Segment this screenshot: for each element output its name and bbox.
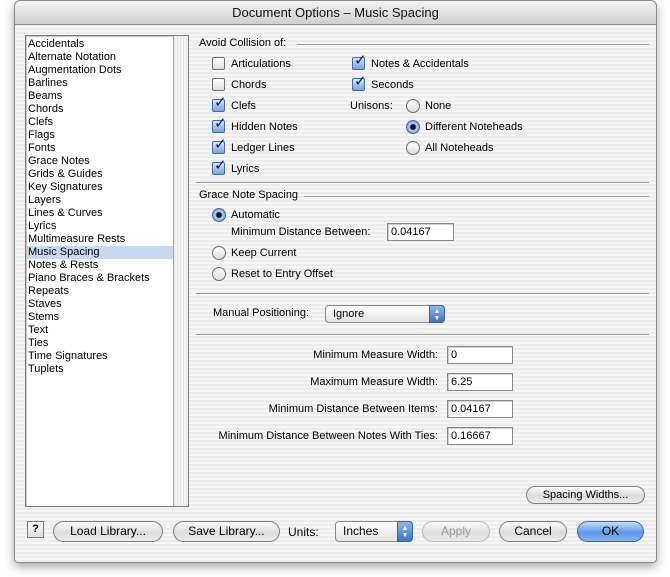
spacing-widths-button[interactable]: Spacing Widths... [526,486,645,504]
sidebar-item[interactable]: Repeats [27,285,173,298]
check-icon: ✓ [214,94,227,111]
max-measure-width-field[interactable]: 6.25 [447,373,513,391]
avoid-collision-label: Avoid Collision of: [199,37,287,49]
sidebar-item[interactable]: Time Signatures [27,350,173,363]
sidebar-item[interactable]: Ties [27,337,173,350]
grace-reset-entry-radio[interactable] [212,267,226,281]
unisons-different-noteheads-radio[interactable] [406,120,420,134]
ledger-lines-label: Ledger Lines [231,142,295,154]
section-divider [196,293,649,295]
sidebar-item[interactable]: Fonts [27,142,173,155]
grace-automatic-radio[interactable] [212,208,226,222]
popup-arrows-icon: ▲ ▼ [397,521,413,542]
sidebar-item[interactable]: Layers [27,194,173,207]
chords-checkbox[interactable] [212,78,225,91]
sidebar-item[interactable]: Flags [27,129,173,142]
section-divider [196,182,649,184]
chords-label: Chords [231,79,267,91]
save-library-button[interactable]: Save Library... [173,521,280,542]
sidebar-item[interactable]: Clefs [27,116,173,129]
sidebar-item[interactable]: Multimeasure Rests [27,233,173,246]
unisons-label: Unisons: [350,100,393,112]
grace-note-spacing-label: Grace Note Spacing [199,189,299,201]
sidebar-item[interactable]: Staves [27,298,173,311]
window-title: Document Options – Music Spacing [15,1,656,25]
sidebar-item[interactable]: Key Signatures [27,181,173,194]
grace-divider [304,196,649,198]
check-icon: ✓ [214,157,227,174]
seconds-checkbox[interactable]: ✓ [352,74,367,91]
min-distance-ties-label: Minimum Distance Between Notes With Ties… [218,430,438,442]
clefs-checkbox[interactable]: ✓ [212,95,227,112]
sidebar-item[interactable]: Accidentals [27,38,173,51]
max-measure-width-label: Maximum Measure Width: [310,376,438,388]
sidebar-item[interactable]: Lyrics [27,220,173,233]
articulations-checkbox[interactable] [212,57,225,70]
grace-keep-current-radio[interactable] [212,246,226,260]
manual-positioning-label: Manual Positioning: [213,307,310,319]
check-icon: ✓ [214,136,227,153]
document-options-window: Document Options – Music Spacing Acciden… [14,0,657,563]
hidden-notes-checkbox[interactable]: ✓ [212,116,227,133]
ledger-lines-checkbox[interactable]: ✓ [212,137,227,154]
unisons-none-label: None [425,100,452,112]
sidebar-item[interactable]: Music Spacing [27,246,173,259]
sidebar-item[interactable]: Barlines [27,77,173,90]
min-distance-items-field[interactable]: 0.04167 [447,400,513,418]
category-list-items: Accidentals Alternate Notation Augmentatio… [27,38,173,376]
grace-min-distance-field[interactable]: 0.04167 [387,223,454,241]
articulations-label: Articulations [231,58,291,70]
lyrics-checkbox[interactable]: ✓ [212,158,227,175]
min-distance-items-label: Minimum Distance Between Items: [268,403,438,415]
check-icon: ✓ [354,73,367,90]
sidebar-item[interactable]: Beams [27,90,173,103]
apply-button[interactable]: Apply [422,521,490,542]
check-icon: ✓ [354,52,367,69]
units-popup[interactable]: Inches ▲ ▼ [335,521,413,542]
notes-accidentals-checkbox[interactable]: ✓ [352,53,367,70]
sidebar-item[interactable]: Augmentation Dots [27,64,173,77]
unisons-none-radio[interactable] [406,99,420,113]
avoid-collision-divider [297,44,649,46]
seconds-label: Seconds [371,79,414,91]
sidebar-item[interactable]: Piano Braces & Brackets [27,272,173,285]
clefs-label: Clefs [231,100,257,112]
unisons-different-noteheads-label: Different Noteheads [425,121,523,133]
sidebar-item[interactable]: Text [27,324,173,337]
grace-automatic-label: Automatic [231,209,280,221]
min-distance-ties-field[interactable]: 0.16667 [447,427,513,445]
hidden-notes-label: Hidden Notes [231,121,298,133]
load-library-button[interactable]: Load Library... [53,521,163,542]
min-measure-width-label: Minimum Measure Width: [313,349,438,361]
popup-arrows-icon: ▲ ▼ [429,305,445,323]
manual-positioning-popup[interactable]: Ignore ▲ ▼ [325,305,445,323]
grace-min-distance-label: Minimum Distance Between: [231,226,371,238]
min-measure-width-field[interactable]: 0 [447,346,513,364]
sidebar-item[interactable]: Chords [27,103,173,116]
grace-keep-current-label: Keep Current [231,247,297,259]
unisons-all-noteheads-radio[interactable] [406,141,420,155]
list-scrollbar[interactable] [173,36,188,506]
section-divider [196,334,649,336]
manual-positioning-value: Ignore [333,308,365,320]
ok-button[interactable]: OK [577,521,644,542]
sidebar-item[interactable]: Stems [27,311,173,324]
unisons-all-noteheads-label: All Noteheads [425,142,494,154]
sidebar-item[interactable]: Alternate Notation [27,51,173,64]
sidebar-item[interactable]: Notes & Rests [27,259,173,272]
units-value: Inches [343,524,379,538]
grace-reset-entry-label: Reset to Entry Offset [231,268,333,280]
check-icon: ✓ [214,115,227,132]
options-category-list[interactable]: Accidentals Alternate Notation Augmentatio… [25,35,189,507]
sidebar-item[interactable]: Lines & Curves [27,207,173,220]
sidebar-item[interactable]: Grids & Guides [27,168,173,181]
lyrics-label: Lyrics [231,163,260,175]
help-button[interactable]: ? [27,521,44,538]
units-label: Units: [288,525,319,539]
cancel-button[interactable]: Cancel [499,521,567,542]
sidebar-item[interactable]: Tuplets [27,363,173,376]
sidebar-item[interactable]: Grace Notes [27,155,173,168]
notes-accidentals-label: Notes & Accidentals [371,58,469,70]
